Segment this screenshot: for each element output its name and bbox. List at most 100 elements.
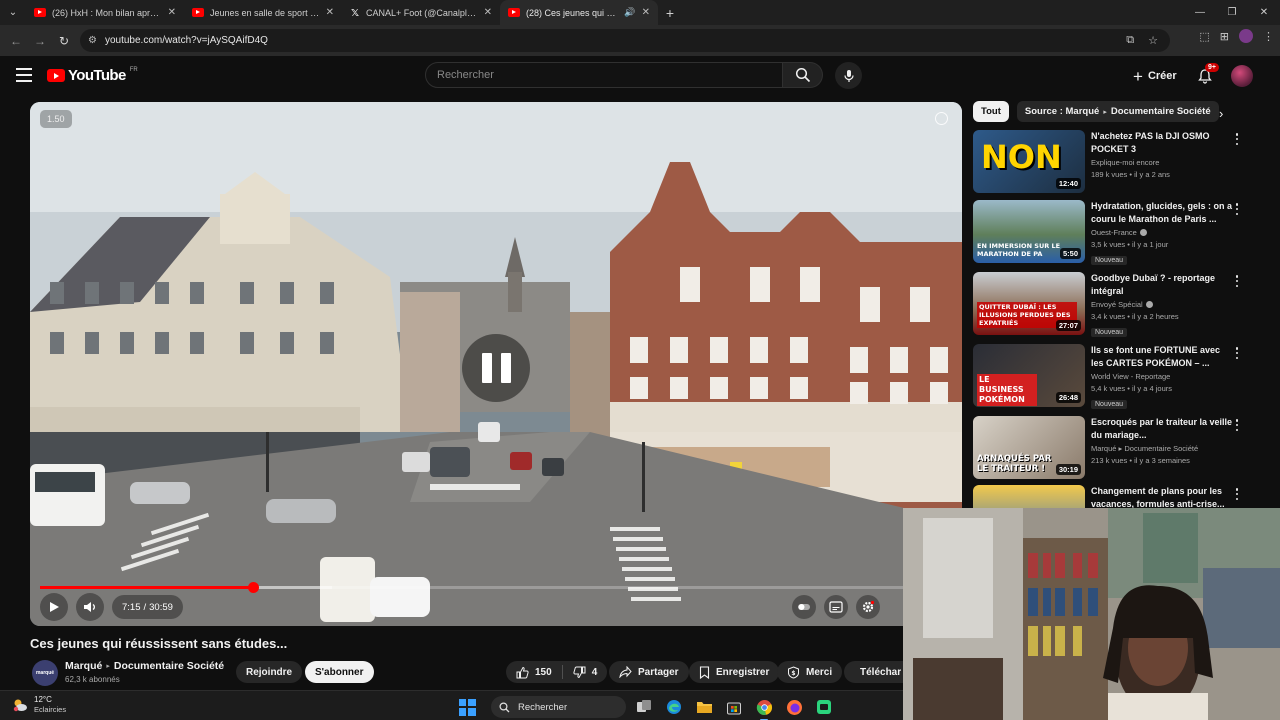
video-title[interactable]: Hydratation, glucides, gels : on a couru… — [1091, 200, 1233, 225]
settings-button[interactable] — [856, 595, 880, 619]
recommended-video[interactable]: EN IMMERSION SUR LE MARATHON DE PA 5:50 … — [973, 200, 1253, 266]
tab-search-menu-icon[interactable]: ⌄ — [0, 0, 26, 25]
site-info-icon[interactable]: ⚙ — [88, 35, 97, 46]
chip-source[interactable]: Source : Marqué ▸ Documentaire Société — [1016, 101, 1219, 122]
channel-name[interactable]: Marqué ▸ Documentaire Société — [1091, 444, 1233, 453]
chip-source-label-2: Documentaire Société — [1110, 106, 1211, 117]
address-bar[interactable]: ⚙ youtube.com/watch?v=jAySQAifD4Q ⧉ ☆ — [80, 29, 1170, 52]
search-input[interactable]: Rechercher — [425, 62, 783, 88]
profile-avatar[interactable] — [1239, 29, 1253, 43]
chip-all[interactable]: Tout — [973, 101, 1009, 122]
video-thumbnail[interactable]: LE BUSINESS POKÉMON 26:48 — [973, 344, 1085, 407]
browser-tab[interactable]: 𝕏 CANAL+ Foot (@CanalplusFoot ✕ — [342, 0, 500, 25]
more-options-icon[interactable] — [1231, 346, 1243, 360]
channel-name[interactable]: World View - Reportage — [1091, 372, 1233, 381]
close-tab-icon[interactable]: ✕ — [168, 7, 176, 18]
recommended-video[interactable]: NON 12:40 N'achetez PAS la DJI OSMO POCK… — [973, 130, 1253, 196]
speaker-icon[interactable]: 🔊 — [624, 7, 635, 18]
more-options-icon[interactable] — [1231, 202, 1243, 216]
browser-menu-icon[interactable]: ⋮ — [1263, 30, 1274, 43]
video-title[interactable]: N'achetez PAS la DJI OSMO POCKET 3 — [1091, 130, 1233, 155]
channel-name[interactable]: Ouest-France — [1091, 228, 1137, 237]
video-progress-bar[interactable] — [40, 582, 952, 593]
more-options-icon[interactable] — [1231, 132, 1243, 146]
task-view-button[interactable] — [632, 695, 656, 719]
more-options-icon[interactable] — [1231, 418, 1243, 432]
chevron-right-icon[interactable]: › — [1219, 106, 1223, 121]
green-app[interactable] — [812, 695, 836, 719]
notifications-button[interactable]: 9+ — [1194, 63, 1219, 87]
volume-button[interactable] — [76, 593, 104, 621]
restore-icon[interactable]: ❐ — [1216, 0, 1248, 25]
subscribe-button[interactable]: S'abonner — [305, 661, 374, 683]
browser-tab-active[interactable]: (28) Ces jeunes qui réussiss 🔊 ✕ — [500, 0, 658, 25]
download-button[interactable]: Téléchar — [844, 661, 903, 683]
video-thumbnail[interactable] — [973, 485, 1085, 510]
forward-icon[interactable]: → — [28, 29, 52, 53]
join-button[interactable]: Rejoindre — [236, 661, 303, 683]
chrome-app[interactable] — [752, 695, 776, 720]
recommended-video[interactable]: ARNAQUÉS PAR LE TRAITEUR ! 30:19 Escroqu… — [973, 416, 1253, 482]
video-duration: 5:50 — [1059, 248, 1081, 259]
close-tab-icon[interactable]: ✕ — [484, 7, 492, 18]
taskbar-search[interactable]: Rechercher — [491, 696, 626, 718]
video-player[interactable]: 1.50 7:15 / 30:59 — [30, 102, 962, 626]
hamburger-menu-icon[interactable] — [16, 68, 32, 82]
chip-separator-icon: ▸ — [1103, 108, 1107, 116]
channel-name[interactable]: Envoyé Spécial — [1091, 300, 1143, 309]
weather-widget[interactable]: 12°C Eclaircies — [12, 695, 66, 714]
channel-avatar[interactable]: marqué — [32, 660, 58, 686]
bookmark-star-icon[interactable]: ☆ — [1148, 34, 1158, 47]
video-thumbnail[interactable]: EN IMMERSION SUR LE MARATHON DE PA 5:50 — [973, 200, 1085, 263]
extensions-icon[interactable]: ⬚ — [1199, 30, 1209, 43]
browser-tab[interactable]: (26) HxH : Mon bilan après 25 a ✕ — [26, 0, 184, 25]
youtube-logo[interactable]: YouTube FR — [47, 67, 138, 84]
close-tab-icon[interactable]: ✕ — [326, 7, 334, 18]
share-button[interactable]: Partager — [609, 661, 689, 683]
tab-groups-icon[interactable]: ⊞ — [1220, 30, 1229, 43]
voice-search-button[interactable] — [835, 62, 862, 89]
store-app[interactable] — [722, 695, 746, 719]
like-button[interactable]: 150 — [506, 661, 562, 683]
back-icon[interactable]: ← — [4, 29, 28, 53]
play-button[interactable] — [40, 593, 68, 621]
recommended-video[interactable]: Changement de plans pour les vacances, f… — [973, 485, 1253, 510]
window-controls: — ❐ ✕ — [1184, 0, 1280, 25]
cast-icon[interactable]: ⧉ — [1126, 34, 1134, 47]
video-thumbnail[interactable]: ARNAQUÉS PAR LE TRAITEUR ! 30:19 — [973, 416, 1085, 479]
account-avatar[interactable] — [1231, 65, 1253, 87]
recommended-video[interactable]: QUITTER DUBAÏ : LES ILLUSIONS PERDUES DE… — [973, 272, 1253, 338]
windows-logo-icon — [458, 698, 476, 716]
video-title[interactable]: Changement de plans pour les vacances, f… — [1091, 485, 1233, 510]
video-thumbnail[interactable]: NON 12:40 — [973, 130, 1085, 193]
thumbs-down-icon — [573, 666, 586, 678]
video-title[interactable]: Ils se font une FORTUNE avec les CARTES … — [1091, 344, 1233, 369]
save-button[interactable]: Enregistrer — [689, 661, 780, 683]
search-button[interactable] — [783, 62, 823, 88]
new-tab-button[interactable]: + — [658, 0, 682, 25]
video-title[interactable]: Escroqués par le traiteur la veille du m… — [1091, 416, 1233, 441]
center-pause-button[interactable] — [462, 334, 530, 402]
file-explorer-app[interactable] — [692, 695, 716, 719]
close-window-icon[interactable]: ✕ — [1248, 0, 1280, 25]
start-button[interactable] — [455, 695, 479, 719]
firefox-app[interactable] — [782, 695, 806, 719]
subtitles-button[interactable] — [824, 595, 848, 619]
channel-name[interactable]: Marqué ▸ Documentaire Société — [65, 660, 224, 672]
more-options-icon[interactable] — [1231, 274, 1243, 288]
more-options-icon[interactable] — [1231, 487, 1243, 501]
close-tab-icon[interactable]: ✕ — [642, 7, 650, 18]
thanks-button[interactable]: $ Merci — [777, 661, 843, 683]
browser-tab[interactable]: Jeunes en salle de sport : entre ✕ — [184, 0, 342, 25]
edge-app[interactable] — [662, 695, 686, 719]
reload-icon[interactable]: ↻ — [52, 29, 76, 53]
ambient-mode-icon[interactable] — [935, 112, 948, 125]
video-thumbnail[interactable]: QUITTER DUBAÏ : LES ILLUSIONS PERDUES DE… — [973, 272, 1085, 335]
autoplay-toggle[interactable] — [792, 595, 816, 619]
create-button[interactable]: + Créer — [1125, 65, 1185, 87]
minimize-icon[interactable]: — — [1184, 0, 1216, 25]
video-title[interactable]: Goodbye Dubaï ? - reportage intégral — [1091, 272, 1233, 297]
channel-name[interactable]: Explique-moi encore — [1091, 158, 1233, 167]
dislike-button[interactable]: 4 — [563, 661, 608, 683]
recommended-video[interactable]: LE BUSINESS POKÉMON 26:48 Ils se font un… — [973, 344, 1253, 410]
